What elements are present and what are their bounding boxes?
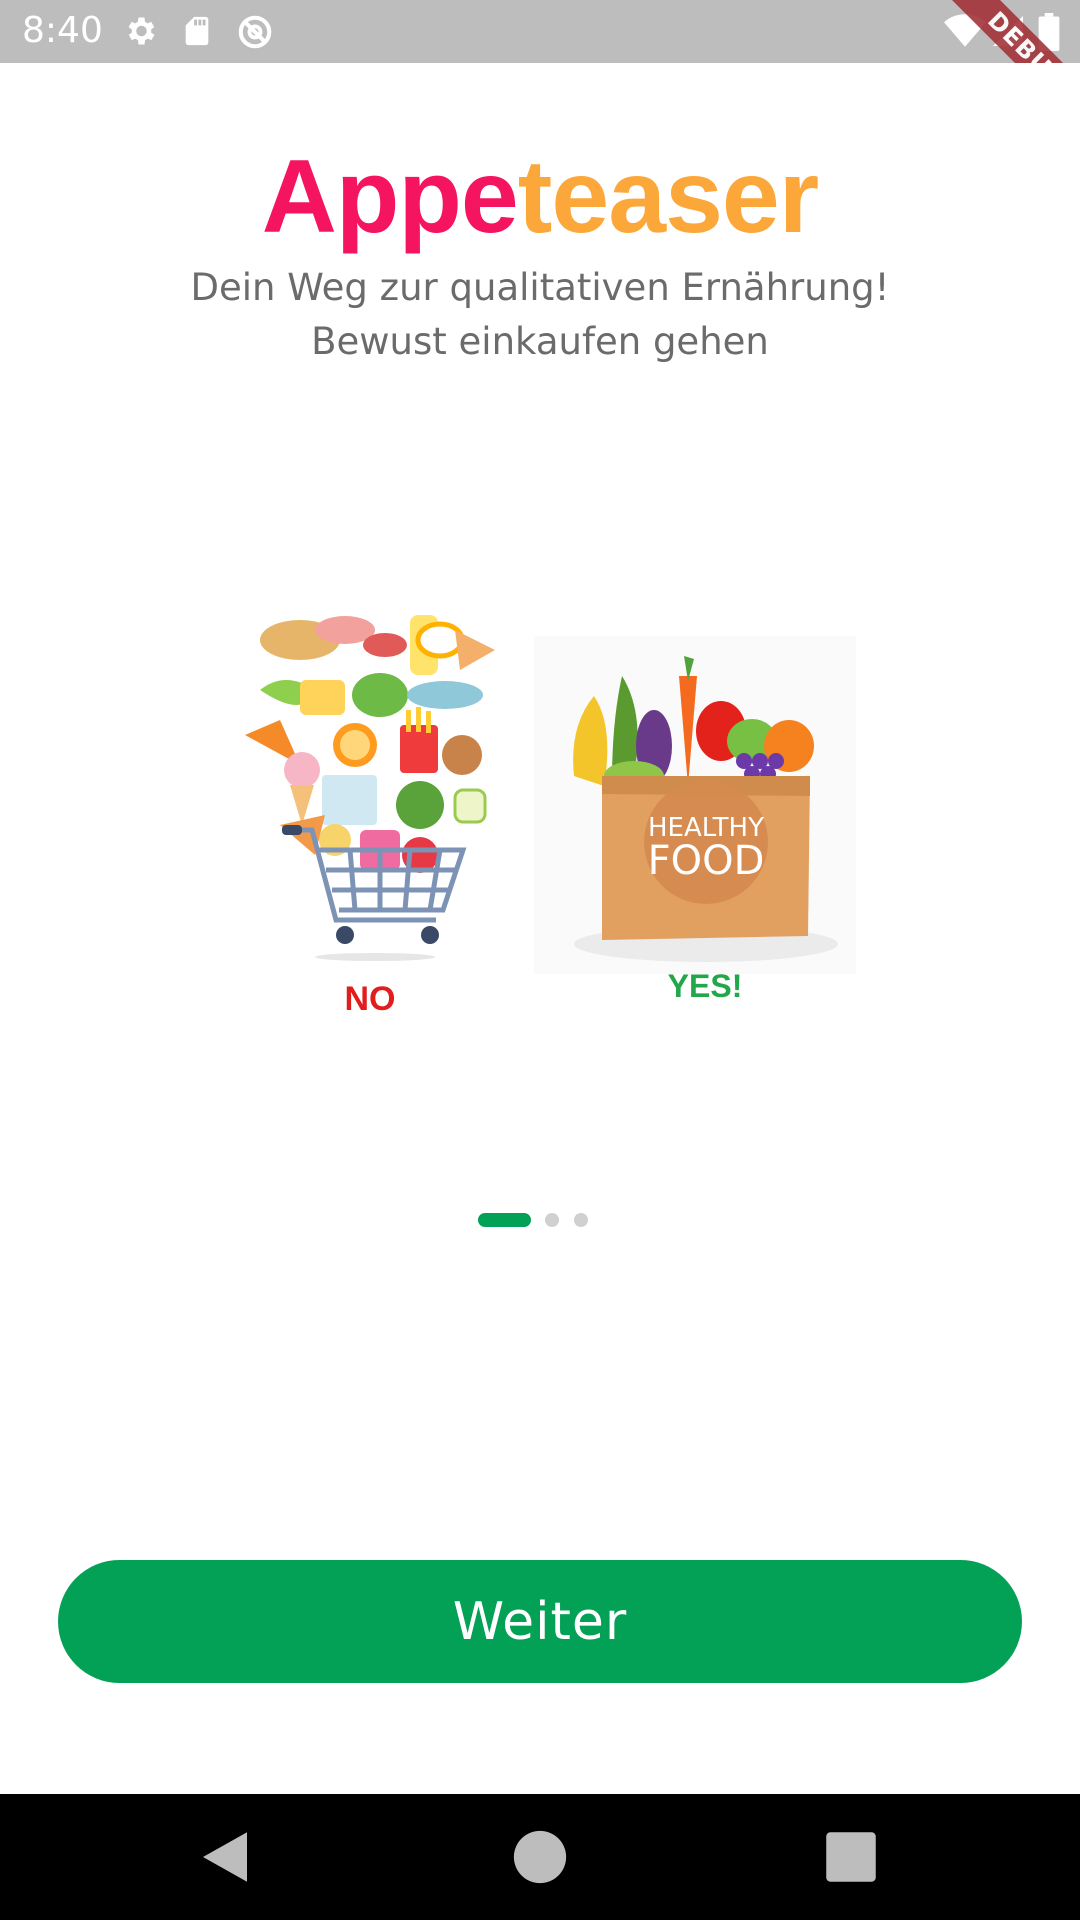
page-dot[interactable] bbox=[545, 1213, 559, 1227]
battery-icon bbox=[1038, 13, 1060, 51]
wifi-icon bbox=[944, 14, 986, 47]
home-icon[interactable] bbox=[507, 1824, 573, 1890]
unhealthy-cart-illustration bbox=[245, 615, 495, 961]
page-dot[interactable] bbox=[574, 1213, 588, 1227]
back-icon[interactable] bbox=[192, 1824, 258, 1890]
recents-icon[interactable] bbox=[818, 1824, 884, 1890]
app-title-part1: Appe bbox=[261, 139, 519, 255]
bag-text-line2: FOOD bbox=[648, 838, 765, 884]
sd-card-icon bbox=[185, 16, 209, 46]
yes-label: YES! bbox=[667, 968, 743, 1004]
signal-icon bbox=[993, 16, 1023, 46]
no-location-icon bbox=[238, 15, 272, 49]
status-time: 8:40 bbox=[22, 10, 103, 51]
settings-icon bbox=[128, 17, 155, 45]
status-bar: 8:40 DEBUG bbox=[0, 0, 1080, 63]
no-label: NO bbox=[344, 980, 396, 1018]
subtitle-line2: Bewust einkaufen gehen bbox=[311, 320, 769, 363]
app-title: Appeteaser bbox=[0, 138, 1080, 257]
app-title-part2: teaser bbox=[517, 139, 819, 255]
continue-button[interactable]: Weiter bbox=[58, 1560, 1022, 1683]
page-dot-active[interactable] bbox=[478, 1213, 531, 1227]
navigation-bar bbox=[0, 1794, 1080, 1920]
subtitle-line1: Dein Weg zur qualitativen Ernährung! bbox=[190, 266, 890, 309]
healthy-bag-illustration: HEALTHY FOOD bbox=[534, 636, 856, 974]
